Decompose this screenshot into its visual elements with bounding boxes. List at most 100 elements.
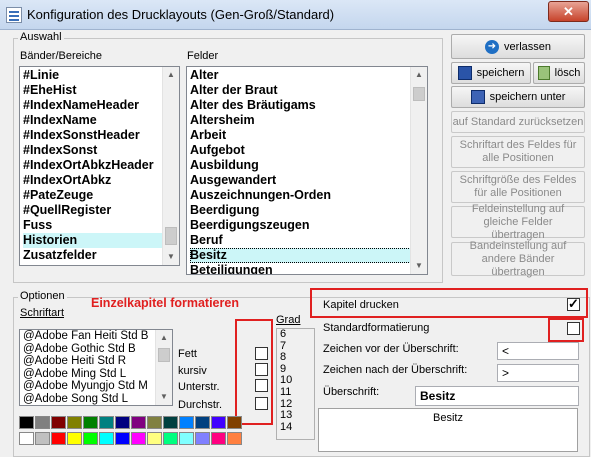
color-swatch[interactable] — [195, 432, 210, 445]
grad-list-item[interactable]: 6 — [280, 329, 314, 341]
standard-reset-button[interactable]: auf Standard zurücksetzen — [451, 111, 585, 133]
color-swatch[interactable] — [211, 432, 226, 445]
font-list-item[interactable]: @Adobe Heiti Std R — [23, 355, 172, 368]
scroll-thumb[interactable] — [413, 87, 425, 101]
color-swatch[interactable] — [211, 416, 226, 429]
color-swatch[interactable] — [99, 432, 114, 445]
felder-list-item[interactable]: Beerdigungszeugen — [190, 218, 427, 233]
baender-list-item[interactable]: #Linie — [23, 68, 179, 83]
color-palette — [19, 416, 249, 452]
color-swatch[interactable] — [131, 432, 146, 445]
color-swatch[interactable] — [227, 416, 242, 429]
font-list-item[interactable]: @Adobe Song Std L — [23, 393, 172, 406]
feldeinstellung-button[interactable]: Feldeinstellung auf gleiche Felder übert… — [451, 203, 585, 241]
color-swatch[interactable] — [35, 416, 50, 429]
baender-list-item[interactable]: #IndexSonstHeader — [23, 128, 179, 143]
loesch-label: lösch — [554, 67, 581, 79]
grad-list-item[interactable]: 13 — [280, 410, 314, 422]
auswahl-group-label: Auswahl — [18, 31, 64, 43]
felder-list-item[interactable]: Arbeit — [190, 128, 427, 143]
felder-list-item[interactable]: Beruf — [190, 233, 427, 248]
color-swatch[interactable] — [19, 432, 34, 445]
color-swatch[interactable] — [195, 416, 210, 429]
font-list-item[interactable]: @Adobe Myungjo Std M — [23, 380, 172, 393]
baender-list-item[interactable]: #IndexNameHeader — [23, 98, 179, 113]
speichern-unter-button[interactable]: speichern unter — [451, 86, 585, 108]
schriftart-feld-button[interactable]: Schriftart des Feldes für alle Positione… — [451, 136, 585, 168]
felder-list-item[interactable]: Aufgebot — [190, 143, 427, 158]
felder-list-item[interactable]: Besitz — [190, 248, 427, 263]
felder-list-item[interactable]: Altersheim — [190, 113, 427, 128]
font-scrollbar[interactable]: ▲ ▼ — [155, 330, 172, 405]
color-swatch[interactable] — [115, 432, 130, 445]
color-swatch[interactable] — [83, 432, 98, 445]
color-swatch[interactable] — [147, 416, 162, 429]
font-listbox[interactable]: @Adobe Fan Heiti Std B @Adobe Gothic Std … — [19, 329, 173, 406]
grad-list-item[interactable]: 14 — [280, 421, 314, 434]
scroll-thumb[interactable] — [158, 348, 170, 362]
felder-listbox[interactable]: Alter Alter der Braut Alter des Bräutigams… — [186, 66, 428, 275]
color-swatch[interactable] — [51, 416, 66, 429]
color-swatch[interactable] — [163, 432, 178, 445]
baender-list-item[interactable]: #QuellRegister — [23, 203, 179, 218]
scroll-thumb[interactable] — [165, 227, 177, 245]
durchstr-label: Durchstr. — [178, 399, 223, 411]
color-swatch[interactable] — [147, 432, 162, 445]
baender-list-item[interactable]: #IndexSonst — [23, 143, 179, 158]
felder-list-item[interactable]: Alter des Bräutigams — [190, 98, 427, 113]
color-swatch[interactable] — [83, 416, 98, 429]
felder-list-item[interactable]: Ausgewandert — [190, 173, 427, 188]
baender-list-item[interactable]: #EheHist — [23, 83, 179, 98]
baender-scrollbar[interactable]: ▲ ▼ — [162, 67, 179, 265]
color-swatch[interactable] — [179, 416, 194, 429]
scroll-down-icon[interactable]: ▼ — [411, 258, 427, 274]
baender-list-item[interactable]: #IndexOrtAbkzHeader — [23, 158, 179, 173]
zeichen-vor-input[interactable]: < — [497, 342, 579, 360]
felder-list-item[interactable]: Alter — [190, 68, 427, 83]
baender-list-item[interactable]: Historien — [23, 233, 179, 248]
felder-list-item[interactable]: Beerdigung — [190, 203, 427, 218]
speichern-button[interactable]: speichern — [451, 62, 531, 84]
felder-list-item[interactable]: Auszeichnungen-Orden — [190, 188, 427, 203]
ueberschrift-input[interactable]: Besitz — [415, 386, 579, 406]
color-swatch[interactable] — [115, 416, 130, 429]
felder-list-item[interactable]: Beteiligungen — [190, 263, 427, 274]
grad-list-item[interactable]: 11 — [280, 386, 314, 399]
schriftgroesse-feld-button[interactable]: Schriftgröße des Feldes für alle Positio… — [451, 171, 585, 203]
color-swatch[interactable] — [35, 432, 50, 445]
baender-listbox[interactable]: #Linie #EheHist #IndexNameHeader #IndexName… — [19, 66, 180, 266]
color-swatch[interactable] — [19, 416, 34, 429]
zeichen-nach-input[interactable]: > — [497, 364, 579, 382]
color-swatch[interactable] — [179, 432, 194, 445]
baender-list-item[interactable]: Zusatzfelder — [23, 248, 179, 263]
baender-list-item[interactable]: #IndexName — [23, 113, 179, 128]
kapitel-drucken-checkbox[interactable] — [567, 296, 580, 312]
color-swatch[interactable] — [67, 416, 82, 429]
verlassen-button[interactable]: ➜ verlassen — [451, 34, 585, 59]
font-list-item[interactable]: @Adobe Ming Std L — [23, 368, 172, 381]
grad-listbox[interactable]: 6 7 8 9 10 11 12 13 14 — [276, 328, 315, 440]
baender-list-item[interactable]: #IndexOrtAbkz — [23, 173, 179, 188]
color-swatch[interactable] — [67, 432, 82, 445]
color-swatch[interactable] — [227, 432, 242, 445]
color-swatch[interactable] — [163, 416, 178, 429]
felder-list-item[interactable]: Alter der Braut — [190, 83, 427, 98]
scroll-down-icon[interactable]: ▼ — [163, 249, 179, 265]
standardformatierung-checkbox[interactable] — [567, 322, 580, 335]
color-swatch[interactable] — [99, 416, 114, 429]
baender-list-item[interactable]: Fuss — [23, 218, 179, 233]
close-button[interactable]: ✕ — [548, 1, 589, 22]
felder-scrollbar[interactable]: ▲ ▼ — [410, 67, 427, 274]
font-list-item[interactable]: @Adobe Fan Heiti Std B — [23, 330, 172, 343]
color-swatch[interactable] — [131, 416, 146, 429]
baender-list-item[interactable]: #PateZeuge — [23, 188, 179, 203]
color-swatch[interactable] — [51, 432, 66, 445]
felder-list-item[interactable]: Ausbildung — [190, 158, 427, 173]
scroll-up-icon[interactable]: ▲ — [163, 67, 179, 83]
font-list-item[interactable]: @Adobe Gothic Std B — [23, 343, 172, 356]
loesch-button[interactable]: lösch — [533, 62, 585, 84]
scroll-up-icon[interactable]: ▲ — [411, 67, 427, 83]
scroll-down-icon[interactable]: ▼ — [156, 389, 172, 405]
scroll-up-icon[interactable]: ▲ — [156, 330, 172, 346]
bandeinstellung-button[interactable]: Bandeinstellung auf andere Bänder übertr… — [451, 240, 585, 278]
